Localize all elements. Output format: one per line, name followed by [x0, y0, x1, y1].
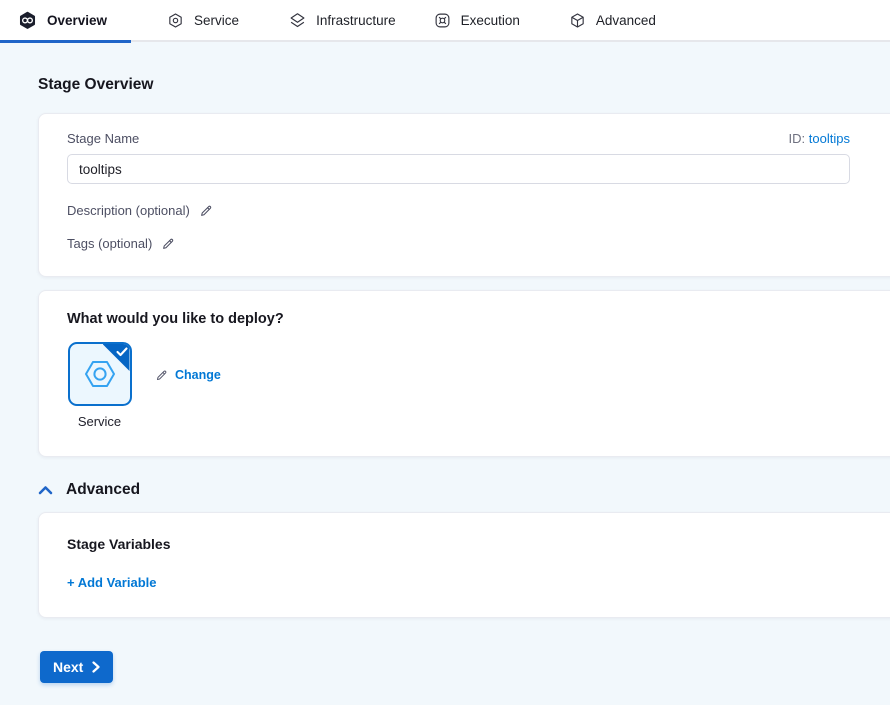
- tab-service-label: Service: [194, 13, 239, 28]
- add-variable-button[interactable]: + Add Variable: [67, 575, 156, 590]
- tab-execution[interactable]: Execution: [410, 0, 534, 41]
- description-row[interactable]: Description (optional): [67, 203, 890, 218]
- deploy-option-label: Service: [78, 414, 121, 429]
- stage-variables-card: Stage Variables + Add Variable: [38, 512, 890, 618]
- tab-infrastructure[interactable]: Infrastructure: [253, 0, 410, 41]
- stage-overview-card: Stage Name ID: tooltips Description (opt…: [38, 113, 890, 277]
- tab-service[interactable]: Service: [131, 0, 253, 41]
- edit-pencil-icon[interactable]: [199, 204, 213, 218]
- next-button-label: Next: [53, 659, 83, 675]
- deploy-type-card: What would you like to deploy? Service: [38, 290, 890, 457]
- tab-infrastructure-label: Infrastructure: [316, 13, 396, 28]
- stage-id: ID: tooltips: [789, 131, 850, 146]
- page-title: Stage Overview: [38, 76, 153, 94]
- stage-id-link[interactable]: tooltips: [809, 131, 850, 146]
- tab-advanced-label: Advanced: [596, 13, 656, 28]
- edit-pencil-icon: [155, 369, 168, 382]
- description-label: Description (optional): [67, 203, 190, 218]
- stage-tab-bar: Overview Service Infrastructure: [0, 0, 890, 42]
- tab-advanced[interactable]: Advanced: [534, 0, 670, 41]
- execution-icon: [434, 12, 451, 29]
- stage-id-label: ID:: [789, 131, 806, 146]
- service-icon: [167, 12, 184, 29]
- stage-variables-title: Stage Variables: [67, 536, 890, 552]
- stage-name-input[interactable]: [67, 154, 850, 184]
- advanced-section-toggle[interactable]: Advanced: [38, 481, 140, 499]
- advanced-section-title: Advanced: [66, 481, 140, 499]
- change-label: Change: [175, 368, 221, 382]
- tab-overview[interactable]: Overview: [0, 0, 131, 41]
- deploy-option-service-tile[interactable]: [68, 342, 132, 406]
- stage-name-label: Stage Name: [67, 131, 139, 146]
- advanced-icon: [569, 12, 586, 29]
- overview-icon: [18, 11, 37, 30]
- tab-overview-label: Overview: [47, 13, 107, 28]
- next-button[interactable]: Next: [40, 651, 113, 683]
- tab-execution-label: Execution: [461, 13, 520, 28]
- service-hexagon-icon: [82, 358, 118, 390]
- tags-label: Tags (optional): [67, 236, 152, 251]
- tags-row[interactable]: Tags (optional): [67, 236, 890, 251]
- chevron-up-icon: [38, 485, 53, 495]
- infrastructure-icon: [289, 12, 306, 29]
- deploy-question: What would you like to deploy?: [67, 311, 890, 327]
- change-deploy-type-link[interactable]: Change: [155, 368, 221, 382]
- edit-pencil-icon[interactable]: [161, 237, 175, 251]
- chevron-right-icon: [92, 661, 100, 673]
